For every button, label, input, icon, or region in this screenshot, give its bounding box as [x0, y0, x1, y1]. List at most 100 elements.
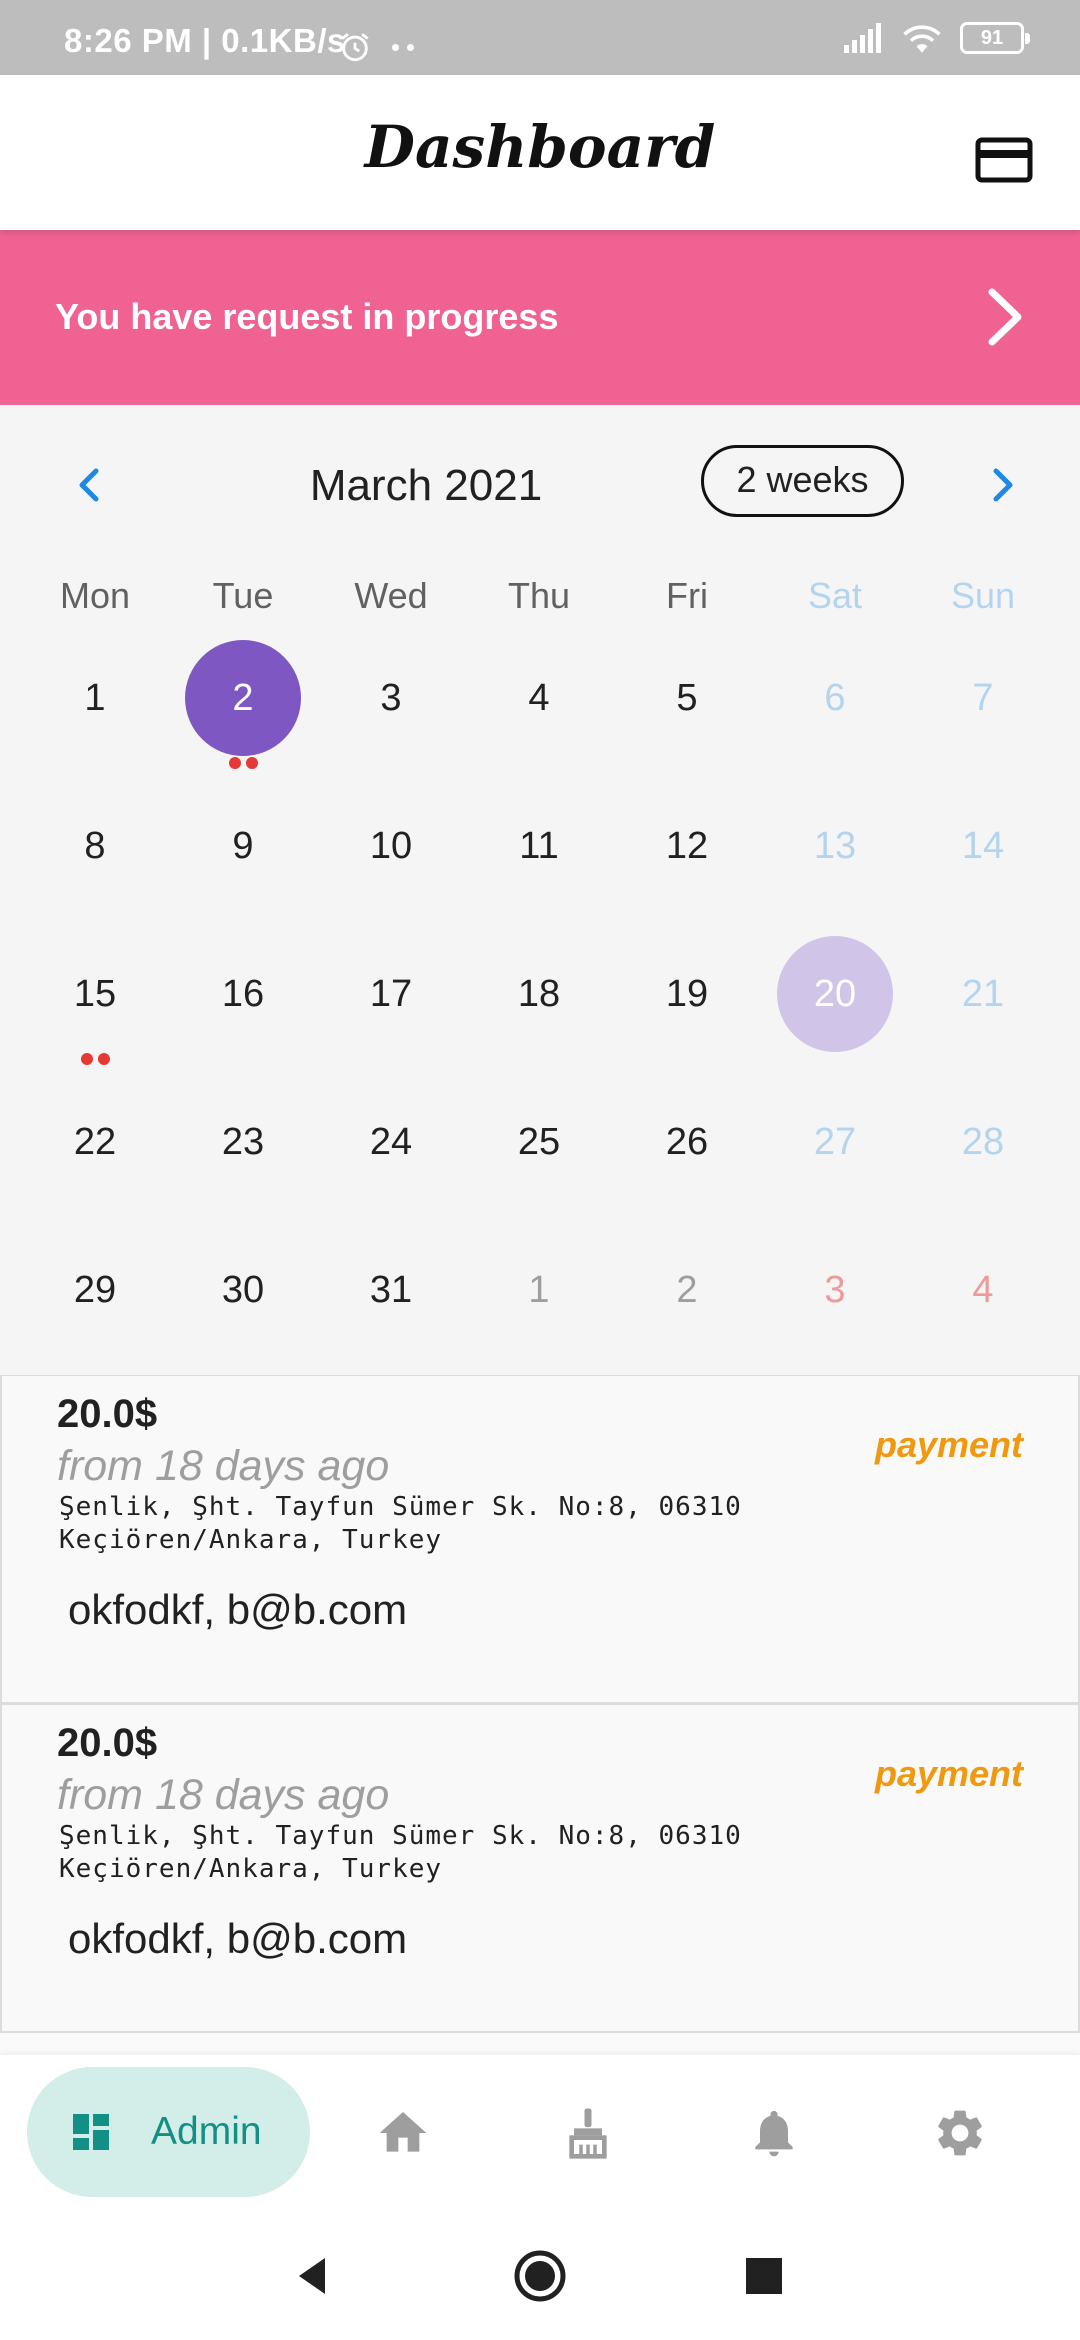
- calendar-day[interactable]: 19: [613, 936, 761, 1084]
- calendar-day[interactable]: 11: [465, 788, 613, 936]
- dashboard-icon: [73, 2114, 109, 2150]
- address-line: Keçiören/Ankara, Turkey: [59, 1854, 443, 1884]
- calendar-day-number: 19: [665, 972, 709, 1015]
- calendar-day[interactable]: 22: [21, 1084, 169, 1232]
- page-title: Dashboard: [364, 113, 716, 181]
- request-contact: okfodkf, b@b.com: [68, 1915, 408, 1962]
- calendar-format-button[interactable]: 2 weeks: [701, 445, 904, 517]
- calendar-day[interactable]: 15: [21, 936, 169, 1084]
- request-type: payment: [874, 1753, 1023, 1794]
- calendar-day[interactable]: 2: [613, 1232, 761, 1380]
- chevron-right-icon: [988, 288, 1022, 346]
- status-time: 8:26 PM | 0.1KB/s: [64, 22, 346, 59]
- request-time: from 18 days ago: [57, 1442, 390, 1490]
- weekday-label: Mon: [59, 575, 131, 616]
- calendar-day-number: 17: [369, 972, 413, 1015]
- calendar-day-number: 24: [369, 1120, 413, 1163]
- cleaning-brush-icon[interactable]: [560, 2105, 616, 2161]
- calendar-day[interactable]: 6: [761, 640, 909, 788]
- calendar-day[interactable]: 30: [169, 1232, 317, 1380]
- calendar-day-number: 31: [369, 1268, 413, 1311]
- calendar-day[interactable]: 10: [317, 788, 465, 936]
- calendar-day[interactable]: 8: [21, 788, 169, 936]
- chevron-left-icon[interactable]: [68, 463, 112, 507]
- home-button-icon[interactable]: [512, 2248, 568, 2304]
- calendar-day[interactable]: 12: [613, 788, 761, 936]
- status-bar: 8:26 PM | 0.1KB/s 91: [0, 0, 1080, 75]
- calendar-day-number: 14: [961, 824, 1005, 867]
- calendar-day[interactable]: 2: [169, 640, 317, 788]
- calendar-day[interactable]: 23: [169, 1084, 317, 1232]
- bottom-navigation: Admin: [0, 2055, 1080, 2210]
- calendar-day[interactable]: 25: [465, 1084, 613, 1232]
- request-card[interactable]: 20.0$ from 18 days ago payment Şenlik, Ş…: [0, 1375, 1080, 1704]
- address-line: Şenlik, Şht. Tayfun Sümer Sk. No:8, 0631…: [59, 1821, 742, 1851]
- event-markers: [21, 1053, 169, 1065]
- notification-dots-icon: [392, 44, 414, 51]
- calendar-day-number: 29: [73, 1268, 117, 1311]
- calendar-day-number: 7: [972, 676, 994, 719]
- calendar-day[interactable]: 16: [169, 936, 317, 1084]
- calendar-day[interactable]: 17: [317, 936, 465, 1084]
- calendar-day[interactable]: 4: [909, 1232, 1057, 1380]
- nav-item-admin[interactable]: Admin: [27, 2067, 310, 2197]
- calendar-day-number: 20: [777, 936, 893, 1052]
- calendar-header: March 2021 2 weeks: [0, 445, 1080, 525]
- chevron-right-icon[interactable]: [980, 463, 1024, 507]
- calendar-day[interactable]: 27: [761, 1084, 909, 1232]
- calendar-day[interactable]: 20: [761, 936, 909, 1084]
- banner-text: You have request in progress: [55, 296, 559, 337]
- request-card[interactable]: 20.0$ from 18 days ago payment Şenlik, Ş…: [0, 1704, 1080, 2033]
- calendar-day[interactable]: 1: [465, 1232, 613, 1380]
- calendar-day-number: 9: [232, 824, 254, 867]
- credit-card-icon: [975, 137, 1033, 183]
- calendar-day[interactable]: 3: [761, 1232, 909, 1380]
- weekday-label: Tue: [212, 575, 274, 616]
- calendar-day-number: 25: [517, 1120, 561, 1163]
- calendar-day-number: 22: [73, 1120, 117, 1163]
- calendar-day-number: 21: [961, 972, 1005, 1015]
- request-progress-banner[interactable]: You have request in progress: [0, 230, 1080, 405]
- request-price: 20.0$: [57, 1721, 158, 1765]
- calendar-day[interactable]: 29: [21, 1232, 169, 1380]
- calendar-day[interactable]: 31: [317, 1232, 465, 1380]
- request-address: Şenlik, Şht. Tayfun Sümer Sk. No:8, 0631…: [59, 1491, 799, 1557]
- event-dot: [80, 1053, 93, 1065]
- calendar-day[interactable]: 1: [21, 640, 169, 788]
- bell-icon[interactable]: [746, 2105, 802, 2161]
- payment-card-button[interactable]: [964, 120, 1044, 200]
- weekday-header: Mon Tue Wed Thu Fri Sat Sun: [0, 575, 1080, 617]
- calendar-day[interactable]: 3: [317, 640, 465, 788]
- back-icon[interactable]: [285, 2248, 341, 2304]
- request-address: Şenlik, Şht. Tayfun Sümer Sk. No:8, 0631…: [59, 1820, 799, 1886]
- calendar-day[interactable]: 24: [317, 1084, 465, 1232]
- calendar-day-number: 11: [519, 824, 559, 867]
- calendar-day[interactable]: 26: [613, 1084, 761, 1232]
- weekday-label: Sun: [950, 575, 1016, 616]
- calendar-day[interactable]: 9: [169, 788, 317, 936]
- weekday-label: Thu: [507, 575, 571, 616]
- calendar-day[interactable]: 5: [613, 640, 761, 788]
- calendar: March 2021 2 weeks Mon Tue Wed Thu Fri S…: [0, 405, 1080, 1375]
- system-navigation-bar: [0, 2210, 1080, 2340]
- calendar-day-number: 18: [517, 972, 561, 1015]
- calendar-day-number: 5: [676, 676, 698, 719]
- gear-icon[interactable]: [932, 2105, 988, 2161]
- home-icon[interactable]: [375, 2105, 431, 2161]
- request-time: from 18 days ago: [57, 1771, 390, 1819]
- calendar-day[interactable]: 21: [909, 936, 1057, 1084]
- calendar-day[interactable]: 4: [465, 640, 613, 788]
- calendar-day[interactable]: 13: [761, 788, 909, 936]
- calendar-day[interactable]: 18: [465, 936, 613, 1084]
- calendar-day[interactable]: 7: [909, 640, 1057, 788]
- calendar-day-number: 10: [369, 824, 413, 867]
- calendar-day[interactable]: 28: [909, 1084, 1057, 1232]
- calendar-day-number: 27: [813, 1120, 857, 1163]
- calendar-day-number: 23: [221, 1120, 265, 1163]
- calendar-day[interactable]: 14: [909, 788, 1057, 936]
- request-list: 20.0$ from 18 days ago payment Şenlik, Ş…: [0, 1375, 1080, 2033]
- recents-icon[interactable]: [736, 2248, 792, 2304]
- calendar-day-number: 2: [185, 640, 301, 756]
- address-line: Keçiören/Ankara, Turkey: [59, 1525, 443, 1555]
- battery-indicator: 91: [960, 22, 1030, 54]
